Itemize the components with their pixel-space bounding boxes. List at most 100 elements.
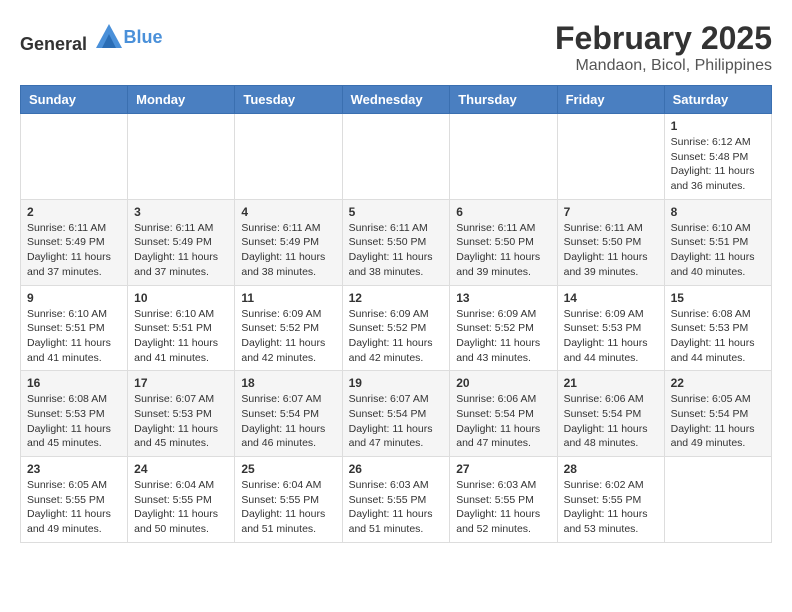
- day-info: Sunrise: 6:08 AM Sunset: 5:53 PM Dayligh…: [27, 392, 121, 451]
- day-number: 15: [671, 291, 765, 305]
- calendar-cell: 10Sunrise: 6:10 AM Sunset: 5:51 PM Dayli…: [128, 285, 235, 371]
- day-number: 17: [134, 376, 228, 390]
- day-number: 5: [349, 205, 444, 219]
- calendar-cell: 1 Sunrise: 6:12 AM Sunset: 5:48 PM Daylig…: [664, 114, 771, 200]
- calendar-cell: 18Sunrise: 6:07 AM Sunset: 5:54 PM Dayli…: [235, 371, 342, 457]
- day-info: Sunrise: 6:04 AM Sunset: 5:55 PM Dayligh…: [241, 478, 335, 537]
- day-info: Sunrise: 6:04 AM Sunset: 5:55 PM Dayligh…: [134, 478, 228, 537]
- calendar-cell: 11 Sunrise: 6:09 AM Sunset: 5:52 PM Dayli…: [235, 285, 342, 371]
- day-info: Sunrise: 6:11 AM Sunset: 5:50 PM Dayligh…: [349, 221, 444, 280]
- calendar-cell: 16 Sunrise: 6:08 AM Sunset: 5:53 PM Dayli…: [21, 371, 128, 457]
- calendar-header-row: SundayMondayTuesdayWednesdayThursdayFrid…: [21, 86, 772, 114]
- day-info: Sunrise: 6:09 AM Sunset: 5:53 PM Dayligh…: [564, 307, 658, 366]
- calendar-cell: 28 Sunrise: 6:02 AM Sunset: 5:55 PM Dayli…: [557, 457, 664, 543]
- day-number: 13: [456, 291, 550, 305]
- day-number: 12: [349, 291, 444, 305]
- calendar-cell: 2 Sunrise: 6:11 AM Sunset: 5:49 PM Daylig…: [21, 199, 128, 285]
- day-number: 2: [27, 205, 121, 219]
- logo-icon: [94, 20, 124, 50]
- calendar-cell: 23 Sunrise: 6:05 AM Sunset: 5:55 PM Dayli…: [21, 457, 128, 543]
- day-number: 28: [564, 462, 658, 476]
- calendar-cell: 25 Sunrise: 6:04 AM Sunset: 5:55 PM Dayli…: [235, 457, 342, 543]
- day-info: Sunrise: 6:10 AM Sunset: 5:51 PM Dayligh…: [671, 221, 765, 280]
- calendar-cell: 7 Sunrise: 6:11 AM Sunset: 5:50 PM Daylig…: [557, 199, 664, 285]
- day-number: 8: [671, 205, 765, 219]
- calendar-cell: [557, 114, 664, 200]
- day-number: 19: [349, 376, 444, 390]
- day-number: 22: [671, 376, 765, 390]
- day-info: Sunrise: 6:09 AM Sunset: 5:52 PM Dayligh…: [456, 307, 550, 366]
- calendar-cell: 9Sunrise: 6:10 AM Sunset: 5:51 PM Daylig…: [21, 285, 128, 371]
- calendar-day-header: Saturday: [664, 86, 771, 114]
- calendar-cell: 17 Sunrise: 6:07 AM Sunset: 5:53 PM Dayli…: [128, 371, 235, 457]
- day-info: Sunrise: 6:03 AM Sunset: 5:55 PM Dayligh…: [349, 478, 444, 537]
- calendar-week-row: 23 Sunrise: 6:05 AM Sunset: 5:55 PM Dayli…: [21, 457, 772, 543]
- calendar-cell: 26 Sunrise: 6:03 AM Sunset: 5:55 PM Dayli…: [342, 457, 450, 543]
- calendar-cell: 3 Sunrise: 6:11 AM Sunset: 5:49 PM Daylig…: [128, 199, 235, 285]
- sub-title: Mandaon, Bicol, Philippines: [555, 57, 772, 75]
- main-title: February 2025: [555, 20, 772, 57]
- calendar-cell: 5 Sunrise: 6:11 AM Sunset: 5:50 PM Daylig…: [342, 199, 450, 285]
- day-info: Sunrise: 6:12 AM Sunset: 5:48 PM Dayligh…: [671, 135, 765, 194]
- calendar-day-header: Tuesday: [235, 86, 342, 114]
- calendar-week-row: 16 Sunrise: 6:08 AM Sunset: 5:53 PM Dayli…: [21, 371, 772, 457]
- day-number: 14: [564, 291, 658, 305]
- day-number: 27: [456, 462, 550, 476]
- calendar-cell: 19 Sunrise: 6:07 AM Sunset: 5:54 PM Dayli…: [342, 371, 450, 457]
- day-info: Sunrise: 6:10 AM Sunset: 5:51 PM Dayligh…: [27, 307, 121, 366]
- day-number: 20: [456, 376, 550, 390]
- day-info: Sunrise: 6:08 AM Sunset: 5:53 PM Dayligh…: [671, 307, 765, 366]
- calendar-day-header: Friday: [557, 86, 664, 114]
- day-info: Sunrise: 6:06 AM Sunset: 5:54 PM Dayligh…: [564, 392, 658, 451]
- day-number: 25: [241, 462, 335, 476]
- calendar-cell: [235, 114, 342, 200]
- day-number: 3: [134, 205, 228, 219]
- day-number: 24: [134, 462, 228, 476]
- day-info: Sunrise: 6:11 AM Sunset: 5:49 PM Dayligh…: [134, 221, 228, 280]
- calendar-cell: 24 Sunrise: 6:04 AM Sunset: 5:55 PM Dayli…: [128, 457, 235, 543]
- day-info: Sunrise: 6:11 AM Sunset: 5:50 PM Dayligh…: [564, 221, 658, 280]
- day-info: Sunrise: 6:09 AM Sunset: 5:52 PM Dayligh…: [241, 307, 335, 366]
- day-info: Sunrise: 6:07 AM Sunset: 5:54 PM Dayligh…: [241, 392, 335, 451]
- logo-general-text: General: [20, 34, 87, 54]
- day-info: Sunrise: 6:09 AM Sunset: 5:52 PM Dayligh…: [349, 307, 444, 366]
- day-info: Sunrise: 6:02 AM Sunset: 5:55 PM Dayligh…: [564, 478, 658, 537]
- title-area: February 2025 Mandaon, Bicol, Philippine…: [555, 20, 772, 75]
- day-number: 1: [671, 119, 765, 133]
- day-number: 26: [349, 462, 444, 476]
- day-info: Sunrise: 6:11 AM Sunset: 5:49 PM Dayligh…: [241, 221, 335, 280]
- day-info: Sunrise: 6:10 AM Sunset: 5:51 PM Dayligh…: [134, 307, 228, 366]
- calendar-cell: [342, 114, 450, 200]
- day-info: Sunrise: 6:07 AM Sunset: 5:53 PM Dayligh…: [134, 392, 228, 451]
- calendar-cell: [128, 114, 235, 200]
- day-number: 16: [27, 376, 121, 390]
- calendar-week-row: 9Sunrise: 6:10 AM Sunset: 5:51 PM Daylig…: [21, 285, 772, 371]
- header: General Blue February 2025 Mandaon, Bico…: [20, 20, 772, 75]
- calendar-cell: 20Sunrise: 6:06 AM Sunset: 5:54 PM Dayli…: [450, 371, 557, 457]
- day-info: Sunrise: 6:05 AM Sunset: 5:55 PM Dayligh…: [27, 478, 121, 537]
- day-number: 11: [241, 291, 335, 305]
- day-info: Sunrise: 6:11 AM Sunset: 5:50 PM Dayligh…: [456, 221, 550, 280]
- day-number: 23: [27, 462, 121, 476]
- calendar-cell: 13 Sunrise: 6:09 AM Sunset: 5:52 PM Dayli…: [450, 285, 557, 371]
- calendar-table: SundayMondayTuesdayWednesdayThursdayFrid…: [20, 85, 772, 543]
- calendar-cell: 22 Sunrise: 6:05 AM Sunset: 5:54 PM Dayli…: [664, 371, 771, 457]
- logo-blue-text: Blue: [124, 27, 163, 47]
- calendar-cell: 6Sunrise: 6:11 AM Sunset: 5:50 PM Daylig…: [450, 199, 557, 285]
- day-info: Sunrise: 6:03 AM Sunset: 5:55 PM Dayligh…: [456, 478, 550, 537]
- day-info: Sunrise: 6:11 AM Sunset: 5:49 PM Dayligh…: [27, 221, 121, 280]
- calendar-cell: [21, 114, 128, 200]
- day-info: Sunrise: 6:05 AM Sunset: 5:54 PM Dayligh…: [671, 392, 765, 451]
- calendar-cell: 14 Sunrise: 6:09 AM Sunset: 5:53 PM Dayli…: [557, 285, 664, 371]
- calendar-day-header: Thursday: [450, 86, 557, 114]
- day-info: Sunrise: 6:07 AM Sunset: 5:54 PM Dayligh…: [349, 392, 444, 451]
- calendar-day-header: Wednesday: [342, 86, 450, 114]
- calendar-cell: 12 Sunrise: 6:09 AM Sunset: 5:52 PM Dayli…: [342, 285, 450, 371]
- calendar-cell: 4 Sunrise: 6:11 AM Sunset: 5:49 PM Daylig…: [235, 199, 342, 285]
- day-number: 7: [564, 205, 658, 219]
- day-number: 4: [241, 205, 335, 219]
- calendar-day-header: Sunday: [21, 86, 128, 114]
- logo: General Blue: [20, 20, 163, 55]
- calendar-week-row: 1 Sunrise: 6:12 AM Sunset: 5:48 PM Daylig…: [21, 114, 772, 200]
- calendar-cell: 21Sunrise: 6:06 AM Sunset: 5:54 PM Dayli…: [557, 371, 664, 457]
